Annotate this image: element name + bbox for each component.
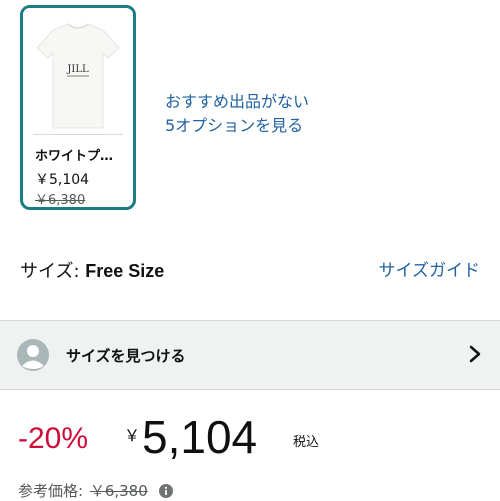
- swatch-title: ホワイトプ…: [35, 149, 114, 164]
- price-amount: 5,104: [142, 411, 258, 463]
- more-options-line2: 5オプションを見る: [165, 116, 304, 135]
- discount-percent: -20%: [18, 422, 89, 455]
- reference-price-label: 参考価格:: [18, 482, 88, 500]
- tax-included-label: 税込: [293, 435, 320, 450]
- chevron-right-icon: [469, 345, 481, 363]
- swatch-divider: [33, 134, 123, 135]
- swatch-list-price: ￥6,380: [35, 193, 86, 208]
- size-finder-button[interactable]: サイズを見つける: [0, 320, 500, 390]
- size-value: Free Size: [85, 261, 165, 281]
- size-guide-link[interactable]: サイズガイド: [379, 256, 481, 281]
- reference-price: 参考価格: ￥6,380: [18, 480, 173, 501]
- swatch-price: ￥5,104: [35, 172, 90, 188]
- color-swatch-white[interactable]: JILL ホワイトプ… ￥5,104 ￥6,380: [20, 5, 136, 210]
- currency-symbol: ￥: [124, 428, 141, 445]
- more-options-link[interactable]: おすすめ出品がない 5オプションを見る: [165, 90, 309, 138]
- shirt-logo: JILL: [66, 64, 89, 75]
- size-label: サイズ:: [20, 261, 86, 282]
- more-options-line1: おすすめ出品がない: [165, 92, 310, 111]
- info-icon[interactable]: [158, 484, 173, 498]
- reference-price-value: ￥6,380: [89, 482, 148, 500]
- avatar-icon: [17, 339, 49, 371]
- size-finder-label: サイズを見つける: [66, 347, 186, 365]
- product-thumbnail: JILL: [23, 8, 133, 132]
- size-selection: サイズ: Free Size: [20, 257, 164, 283]
- tshirt-image: JILL: [36, 23, 120, 129]
